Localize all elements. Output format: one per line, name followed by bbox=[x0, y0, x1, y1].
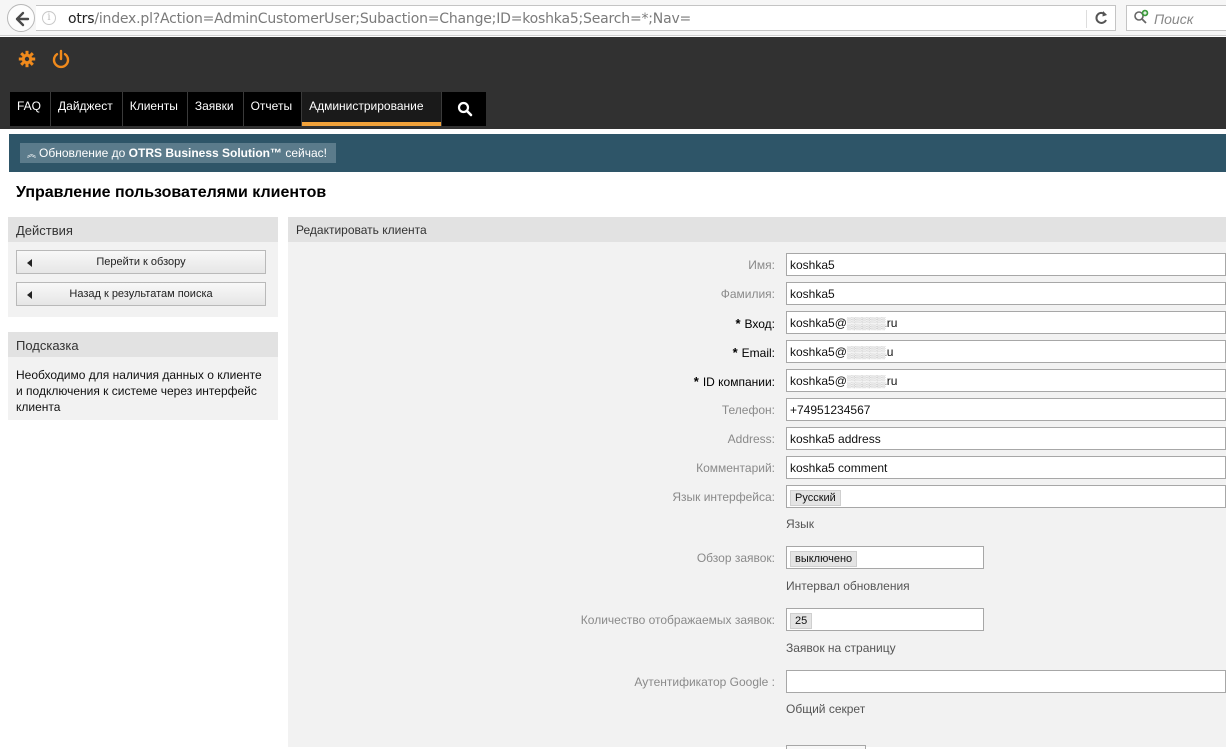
language-label: Язык интерфейса: bbox=[672, 490, 775, 504]
site-info-icon[interactable]: i bbox=[42, 11, 56, 25]
browser-toolbar: i otrs/index.pl?Action=AdminCustomerUser… bbox=[0, 0, 1226, 36]
first-name-input[interactable]: koshka5 bbox=[786, 253, 1226, 276]
ticket-count-select[interactable]: 25 bbox=[786, 608, 984, 631]
last-name-label: Фамилия: bbox=[720, 287, 775, 301]
nav-customers[interactable]: Клиенты bbox=[122, 92, 188, 126]
main-navigation: FAQ Дайджест Клиенты Заявки Отчеты Админ… bbox=[10, 92, 487, 126]
phone-label: Телефон: bbox=[721, 403, 775, 417]
google-auth-hint: Общий секрет bbox=[786, 702, 866, 716]
redacted-text: ▒▒▒▒▒. bbox=[846, 345, 888, 359]
search-icon bbox=[457, 101, 473, 117]
login-label: * Вход: bbox=[735, 316, 775, 331]
logout-power-icon[interactable] bbox=[51, 49, 71, 69]
submit-button[interactable] bbox=[786, 745, 866, 749]
ticket-count-label: Количество отображаемых заявок: bbox=[580, 613, 775, 627]
google-auth-label: Аутентификатор Google : bbox=[634, 675, 775, 689]
last-name-input[interactable]: koshka5 bbox=[786, 282, 1226, 305]
phone-input[interactable]: +74951234567 bbox=[786, 398, 1226, 421]
comment-label: Комментарий: bbox=[696, 461, 775, 475]
edit-customer-panel: Редактировать клиента Имя: koshka5 Фамил… bbox=[288, 217, 1226, 749]
refresh-interval-hint: Интервал обновления bbox=[786, 579, 910, 593]
search-engine-icon bbox=[1134, 9, 1149, 24]
back-button[interactable] bbox=[7, 4, 35, 32]
go-to-overview-button[interactable]: Перейти к обзору bbox=[16, 250, 266, 274]
arrow-left-icon bbox=[27, 259, 32, 267]
reload-icon[interactable] bbox=[1093, 9, 1109, 31]
language-select[interactable]: Русский bbox=[786, 485, 1226, 508]
search-placeholder: Поиск bbox=[1154, 11, 1194, 27]
email-label: * Email: bbox=[732, 345, 775, 360]
chevron-up-icon: ︽ bbox=[27, 149, 37, 159]
actions-title: Действия bbox=[8, 217, 278, 242]
nav-digest[interactable]: Дайджест bbox=[51, 92, 123, 126]
address-bar[interactable]: i otrs/index.pl?Action=AdminCustomerUser… bbox=[36, 5, 1116, 31]
language-selected-chip: Русский bbox=[790, 490, 841, 506]
hint-text: Необходимо для наличия данных о клиенте … bbox=[16, 368, 262, 414]
google-auth-input[interactable] bbox=[786, 670, 1226, 693]
email-input[interactable]: koshka5@▒▒▒▒▒.u bbox=[786, 340, 1226, 363]
address-label: Address: bbox=[727, 432, 775, 446]
company-id-label: * ID компании: bbox=[693, 374, 775, 389]
language-hint: Язык bbox=[786, 517, 815, 531]
upgrade-link[interactable]: ︽ Обновление до OTRS Business Solution™ с… bbox=[20, 143, 336, 163]
company-id-input[interactable]: koshka5@▒▒▒▒▒.ru bbox=[786, 369, 1226, 392]
actions-box: Действия Перейти к обзору Назад к резуль… bbox=[8, 217, 278, 317]
back-to-results-button[interactable]: Назад к результатам поиска bbox=[16, 282, 266, 306]
redacted-text: ▒▒▒▒▒. bbox=[846, 316, 888, 330]
ticket-count-chip: 25 bbox=[790, 613, 813, 629]
redacted-text: ▒▒▒▒▒. bbox=[846, 374, 888, 388]
edit-customer-title: Редактировать клиента bbox=[288, 217, 1226, 242]
separator bbox=[1086, 10, 1087, 28]
upgrade-banner: ︽ Обновление до OTRS Business Solution™ с… bbox=[9, 134, 1226, 172]
refresh-interval-select[interactable]: выключено bbox=[786, 546, 984, 569]
page-title: Управление пользователями клиентов bbox=[16, 184, 327, 201]
comment-input[interactable]: koshka5 comment bbox=[786, 456, 1226, 479]
first-name-label: Имя: bbox=[748, 258, 775, 272]
hint-title: Подсказка bbox=[8, 332, 278, 357]
arrow-left-icon bbox=[27, 291, 32, 299]
url-text[interactable]: otrs/index.pl?Action=AdminCustomerUser;S… bbox=[68, 11, 691, 27]
nav-reports[interactable]: Отчеты bbox=[243, 92, 303, 126]
login-input[interactable]: koshka5@▒▒▒▒▒.ru bbox=[786, 311, 1226, 334]
ticket-overview-label: Обзор заявок: bbox=[696, 551, 775, 565]
nav-tickets[interactable]: Заявки bbox=[187, 92, 244, 126]
browser-search-input[interactable]: Поиск bbox=[1126, 5, 1226, 31]
otrs-header: FAQ Дайджест Клиенты Заявки Отчеты Админ… bbox=[0, 37, 1226, 129]
nav-search-button[interactable] bbox=[442, 92, 487, 126]
nav-faq[interactable]: FAQ bbox=[10, 92, 52, 126]
hint-box: Подсказка Необходимо для наличия данных … bbox=[8, 332, 278, 420]
address-input[interactable]: koshka5 address bbox=[786, 427, 1226, 450]
ticket-count-hint: Заявок на страницу bbox=[786, 641, 896, 655]
preferences-gear-icon[interactable] bbox=[17, 49, 37, 69]
nav-admin[interactable]: Администрирование bbox=[302, 92, 443, 126]
refresh-interval-chip: выключено bbox=[790, 551, 858, 567]
back-arrow-icon bbox=[15, 11, 30, 27]
